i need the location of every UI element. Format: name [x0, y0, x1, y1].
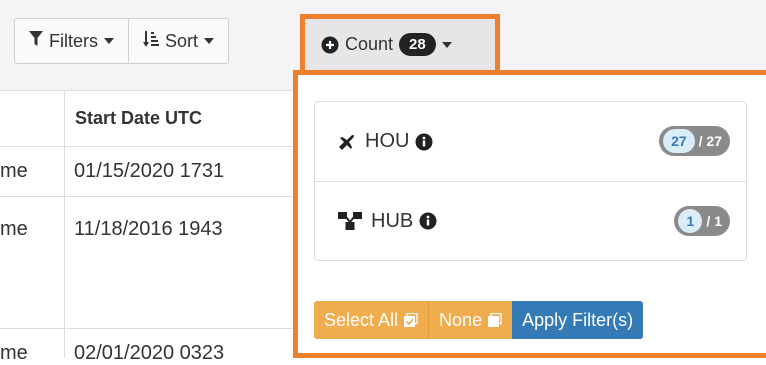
apply-filters-button[interactable]: Apply Filter(s): [512, 301, 644, 339]
list-item-hub[interactable]: HUB 1 / 1: [315, 181, 746, 260]
count-pill-value: 27: [663, 129, 695, 153]
hub-icon: [337, 210, 363, 232]
sort-button[interactable]: Sort: [129, 19, 228, 63]
count-button[interactable]: Count 28: [300, 14, 500, 70]
table-cell: me: [0, 218, 28, 240]
select-all-button[interactable]: Select All: [314, 301, 429, 339]
table-cell-date: 02/01/2020 0323: [74, 342, 225, 364]
apply-filters-label: Apply Filter(s): [522, 309, 634, 330]
table-cell: me: [0, 160, 28, 182]
count-list: HOU 27 / 27 HUB 1 / 1: [314, 101, 747, 261]
info-icon[interactable]: [419, 212, 437, 230]
table-cell-date: 11/18/2016 1943: [74, 218, 223, 240]
sort-label: Sort: [165, 30, 199, 51]
count-dropdown-panel: HOU 27 / 27 HUB 1 / 1 Select All None Ap…: [293, 70, 766, 358]
table-divider: [0, 328, 300, 329]
count-pill-total: / 27: [698, 133, 722, 149]
column-header-start-date[interactable]: Start Date UTC: [65, 90, 301, 146]
count-label: Count: [345, 34, 394, 54]
list-item-hou[interactable]: HOU 27 / 27: [315, 102, 746, 181]
table-divider: [0, 90, 300, 91]
filters-label: Filters: [49, 30, 98, 51]
chevron-down-icon: [204, 38, 215, 44]
select-all-label: Select All: [324, 309, 399, 330]
count-pill-value: 1: [678, 209, 703, 233]
table-cell-date: 01/15/2020 1731: [74, 160, 225, 182]
select-none-button[interactable]: None: [428, 301, 513, 339]
table-cell: me: [0, 342, 28, 364]
checked-box-icon: [398, 313, 418, 327]
empty-box-icon: [482, 313, 502, 327]
sort-icon: [143, 30, 165, 53]
count-icon: [321, 36, 339, 54]
count-pill: 1 / 1: [674, 206, 730, 236]
plane-icon: [337, 132, 357, 152]
none-label: None: [439, 309, 483, 330]
chevron-down-icon: [104, 38, 114, 44]
count-badge: 28: [399, 33, 436, 56]
info-icon[interactable]: [415, 133, 433, 151]
dropdown-actions: Select All None Apply Filter(s): [314, 301, 644, 339]
list-item-label: HUB: [371, 209, 414, 232]
count-pill-total: / 1: [706, 213, 722, 229]
filters-button[interactable]: Filters: [15, 19, 129, 63]
table-divider: [0, 196, 300, 197]
chevron-down-icon: [441, 41, 452, 48]
table-divider: [0, 146, 300, 147]
list-item-label: HOU: [365, 130, 410, 152]
data-table: Start Date UTC me 01/15/2020 1731 me 11/…: [0, 90, 301, 364]
toolbar-button-group: Filters Sort: [14, 18, 230, 64]
filter-icon: [29, 30, 49, 52]
count-pill: 27 / 27: [659, 126, 730, 156]
